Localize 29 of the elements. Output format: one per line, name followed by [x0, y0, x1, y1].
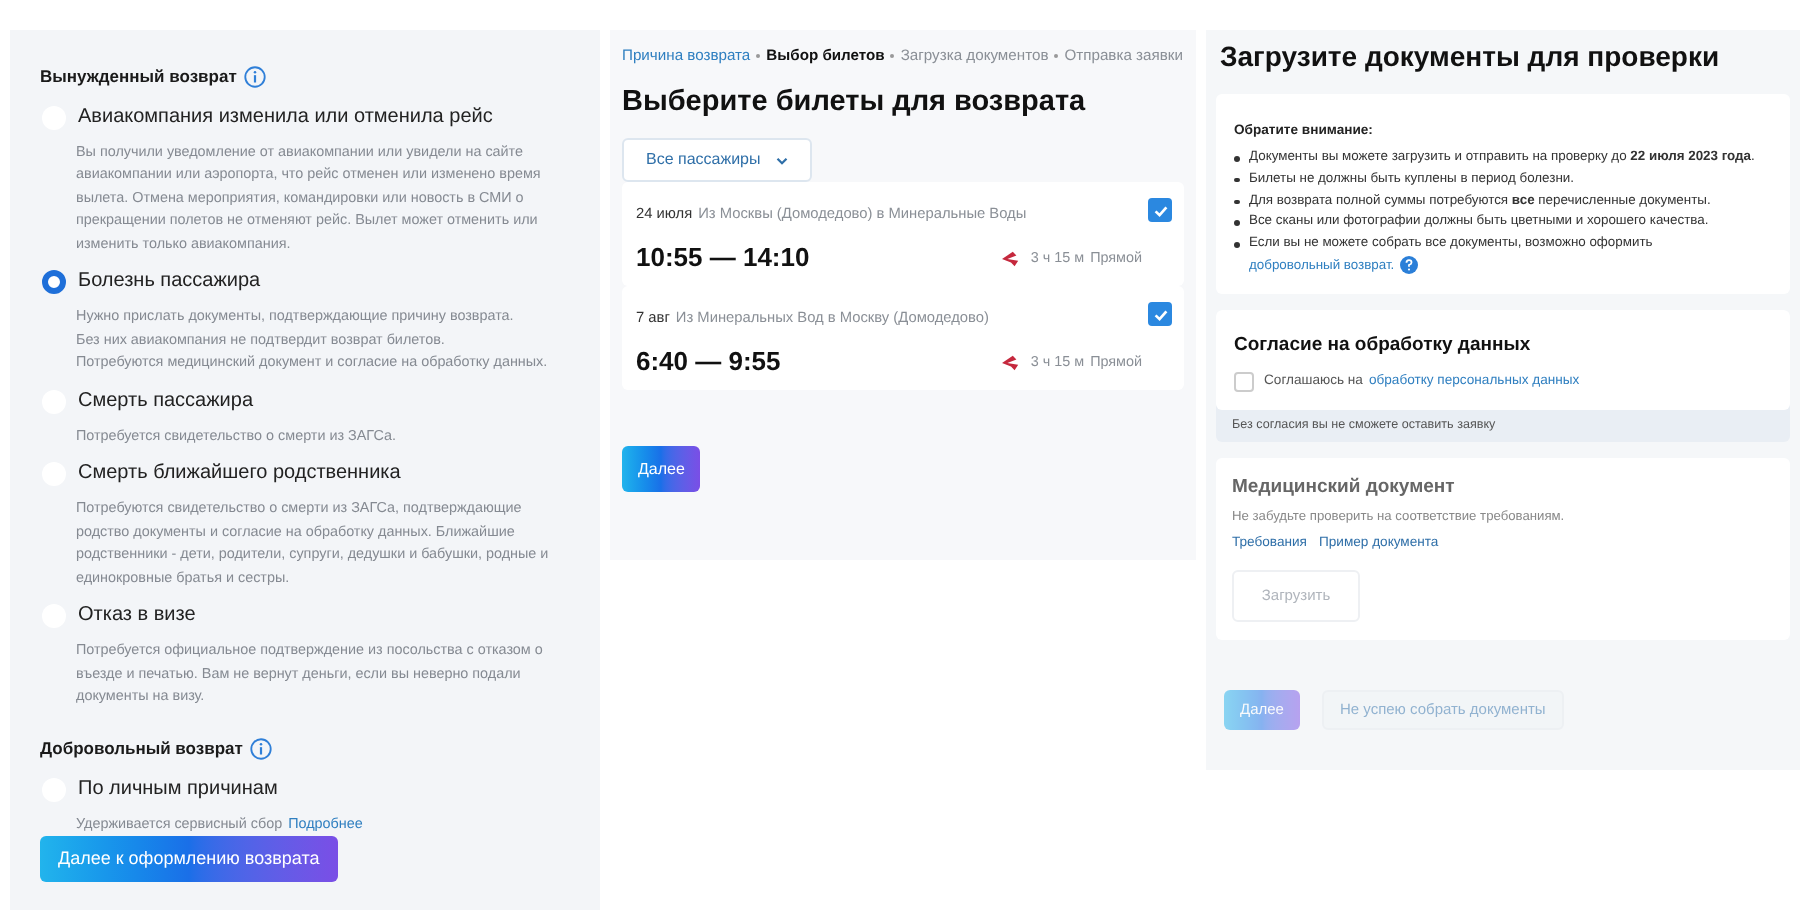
radio-button[interactable]	[42, 270, 66, 295]
radio-option[interactable]: Болезнь пассажира	[40, 270, 570, 295]
help-icon[interactable]	[1400, 255, 1419, 274]
radio-option[interactable]: Смерть пассажира	[40, 389, 570, 414]
passenger-dropdown[interactable]: Все пассажиры	[622, 138, 813, 183]
consent-title: Согласие на обработку данных	[1234, 331, 1533, 360]
radio-option[interactable]: Смерть ближайшего родственника	[40, 462, 570, 487]
ticket-checkbox[interactable]	[1148, 302, 1172, 327]
next-button[interactable]: Далее	[622, 446, 701, 493]
consent-checkbox[interactable]	[1234, 372, 1254, 393]
radio-option[interactable]: Авиакомпания изменила или отменила рейс	[40, 105, 570, 130]
continue-refund-button[interactable]: Далее к оформлению возврата	[40, 836, 338, 882]
info-icon[interactable]	[250, 737, 273, 760]
check-icon	[1151, 201, 1169, 220]
flight-times: 10:55 — 14:10	[636, 240, 810, 277]
flight-times: 6:40 — 9:55	[636, 344, 781, 381]
radio-option[interactable]: Отказ в визе	[40, 604, 570, 629]
check-icon	[1151, 305, 1169, 324]
airline-logo-icon	[1000, 353, 1023, 371]
page-title: Загрузите документы для проверки	[1220, 38, 1722, 76]
section-title: Вынужденный возврат	[40, 64, 237, 90]
info-icon[interactable]	[244, 65, 267, 88]
ticket-checkbox[interactable]	[1148, 198, 1172, 223]
page-title: Выберите билеты для возврата	[622, 84, 1088, 123]
radio-option[interactable]: По личным причинам	[40, 777, 570, 801]
section-title: Добровольный возврат	[40, 735, 243, 761]
caret-icon	[776, 155, 789, 166]
airline-logo-icon	[1000, 249, 1023, 267]
card-title: Медицинский документ	[1232, 473, 1457, 502]
